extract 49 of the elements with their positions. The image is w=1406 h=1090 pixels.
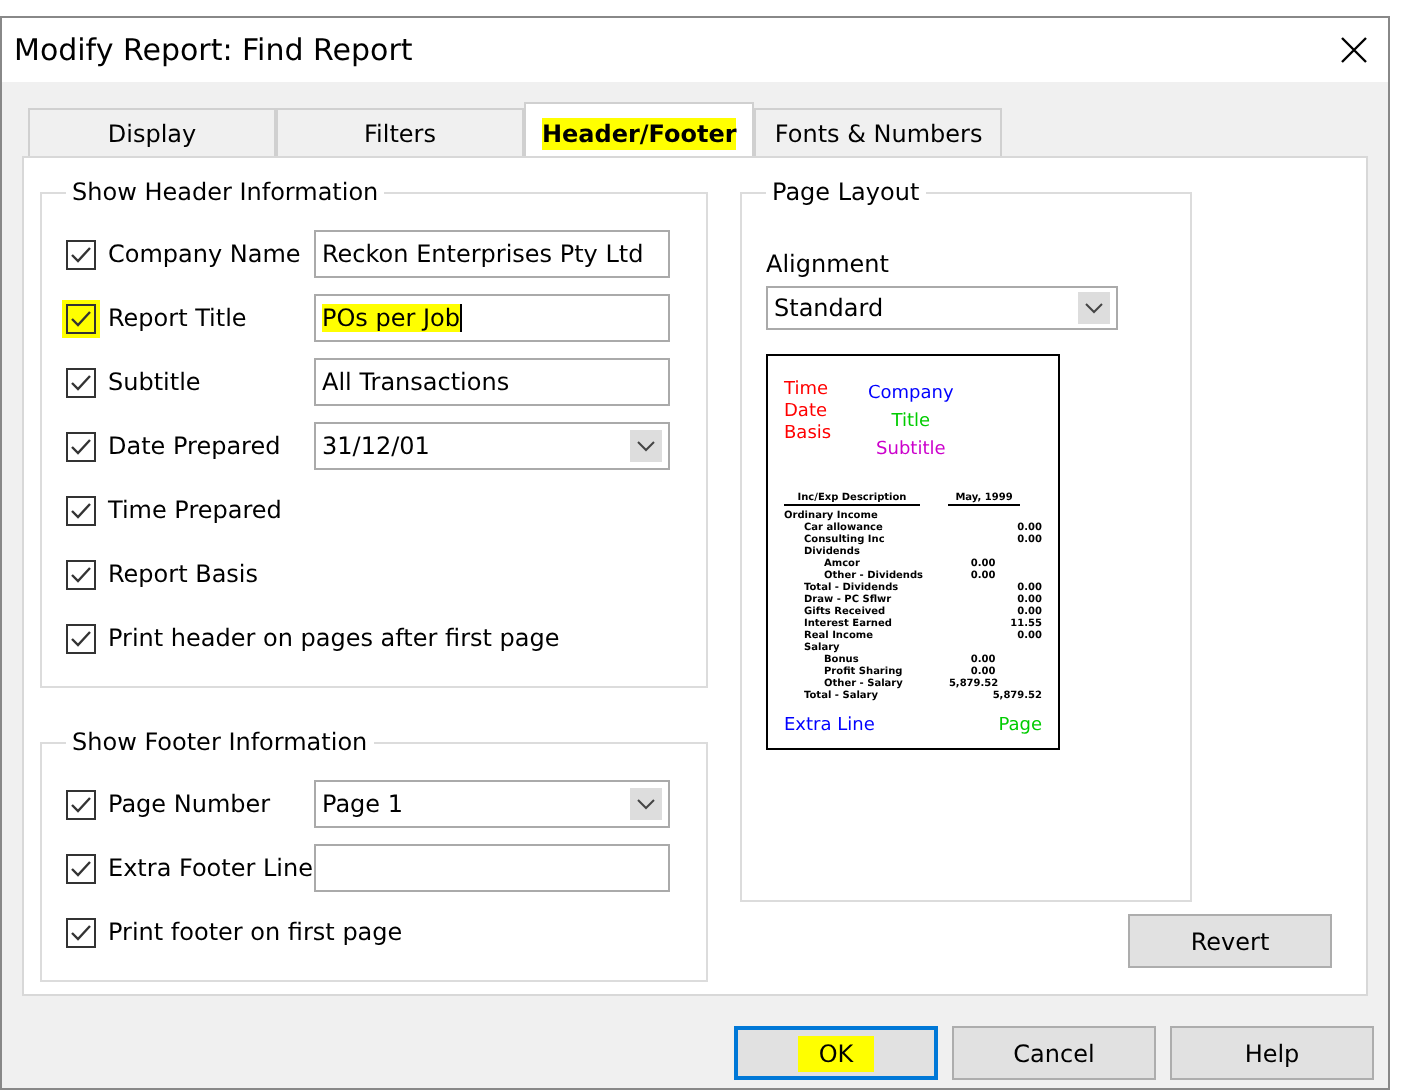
tab[interactable]: Fonts & Numbers	[754, 108, 1003, 156]
dropdown[interactable]: 31/12/01	[314, 422, 670, 470]
dialog-button[interactable]: OK	[734, 1026, 938, 1080]
checkbox[interactable]	[66, 559, 96, 589]
dropdown[interactable]: Standard	[766, 286, 1118, 330]
checkbox[interactable]	[66, 853, 96, 883]
group-title: Show Header Information	[70, 178, 381, 206]
checkbox[interactable]	[66, 367, 96, 397]
checkbox-label: Print footer on first page	[108, 918, 403, 946]
field-label: Alignment	[766, 250, 891, 278]
checkbox[interactable]	[66, 789, 96, 819]
dialog-button[interactable]: Cancel	[952, 1026, 1156, 1080]
tab[interactable]: Display	[28, 108, 276, 156]
checkbox-label: Subtitle	[108, 368, 203, 396]
preview-text: Page	[998, 716, 1042, 736]
text-field[interactable]: POs per Job	[314, 294, 670, 342]
dropdown[interactable]: Page 1	[314, 780, 670, 828]
preview-text: Subtitle	[876, 438, 946, 464]
close-icon[interactable]	[1340, 36, 1368, 64]
preview-text: Date	[784, 402, 830, 424]
checkbox-label: Report Title	[108, 304, 249, 332]
text-field[interactable]	[314, 844, 670, 892]
preview-text: Title	[891, 410, 931, 436]
checkbox-label: Extra Footer Line	[108, 854, 314, 882]
group-title: Page Layout	[770, 178, 922, 206]
group-title: Show Footer Information	[70, 728, 370, 756]
preview-text: Basis	[784, 424, 834, 446]
dropdown-caret-icon[interactable]	[630, 430, 662, 462]
checkbox-label: Page Number	[108, 790, 273, 818]
revert-button[interactable]: Revert	[1128, 914, 1332, 968]
checkbox-label: Report Basis	[108, 560, 259, 588]
text-field[interactable]: All Transactions	[314, 358, 670, 406]
checkbox[interactable]	[66, 431, 96, 461]
tab[interactable]: Filters	[276, 108, 524, 156]
checkbox-label: Company Name	[108, 240, 303, 268]
checkbox[interactable]	[66, 239, 96, 269]
preview-text: Extra Line	[784, 716, 875, 736]
text-field[interactable]: Reckon Enterprises Pty Ltd	[314, 230, 670, 278]
dialog-button[interactable]: Help	[1170, 1026, 1374, 1080]
checkbox[interactable]	[66, 917, 96, 947]
checkbox[interactable]	[66, 495, 96, 525]
checkbox-label: Date Prepared	[108, 432, 283, 460]
checkbox-label: Time Prepared	[108, 496, 282, 524]
preview-text: Company	[868, 382, 954, 408]
checkbox[interactable]	[66, 623, 96, 653]
dropdown-caret-icon[interactable]	[1078, 292, 1110, 324]
checkbox-label: Print header on pages after first page	[108, 624, 560, 652]
window-title: Modify Report: Find Report	[14, 32, 413, 68]
dropdown-caret-icon[interactable]	[630, 788, 662, 820]
